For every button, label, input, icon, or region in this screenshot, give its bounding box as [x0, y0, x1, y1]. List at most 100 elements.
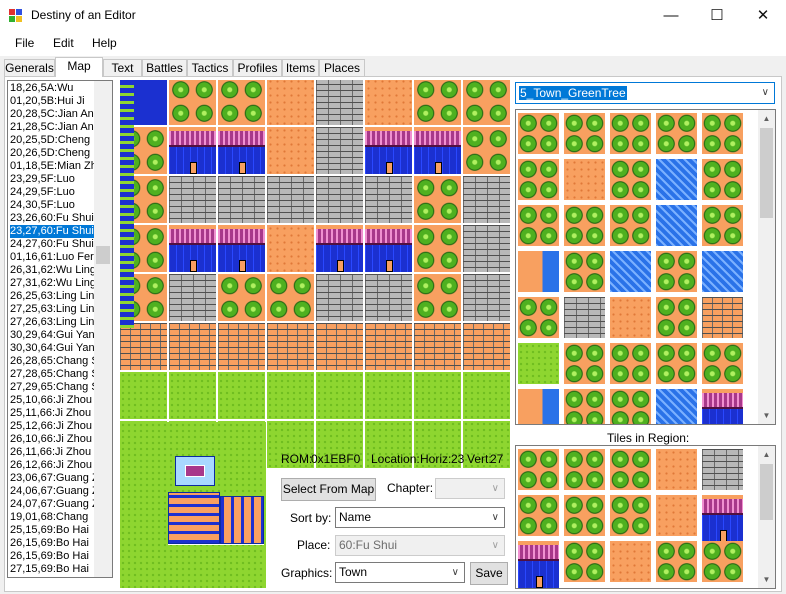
sort-by-dropdown[interactable]: Name ∨: [335, 507, 505, 528]
region-tile[interactable]: [564, 541, 605, 582]
tileset-tile[interactable]: [564, 389, 605, 424]
map-tile[interactable]: [218, 274, 265, 321]
region-tile[interactable]: [610, 495, 651, 536]
map-tile[interactable]: [463, 274, 510, 321]
location-list-item[interactable]: 24,29,5F:Luo: [10, 186, 94, 199]
tileset-tile[interactable]: [702, 205, 743, 246]
location-list-item[interactable]: 01,18,5E:Mian Zh: [10, 160, 94, 173]
map-tile[interactable]: [316, 176, 363, 223]
region-tile[interactable]: [564, 495, 605, 536]
map-tile[interactable]: [414, 176, 461, 223]
region-tiles-grid[interactable]: ▲ ▼: [515, 445, 776, 589]
map-tile[interactable]: [316, 323, 363, 370]
map-tile[interactable]: [218, 127, 265, 174]
tab-profiles[interactable]: Profiles: [233, 59, 282, 77]
location-list-item[interactable]: 27,25,63:Ling Lin: [10, 303, 94, 316]
tileset-tile[interactable]: [610, 343, 651, 384]
location-list-item[interactable]: 25,10,66:Ji Zhou: [10, 394, 94, 407]
tileset-tile[interactable]: [564, 251, 605, 292]
map-tile[interactable]: [316, 80, 363, 125]
location-list-item[interactable]: 20,28,5C:Jian An: [10, 108, 94, 121]
map-tile[interactable]: [414, 323, 461, 370]
location-list-item[interactable]: 24,27,60:Fu Shui: [10, 238, 94, 251]
tileset-tile[interactable]: [610, 159, 651, 200]
map-tile[interactable]: [169, 176, 216, 223]
map-tile[interactable]: [365, 274, 412, 321]
tileset-tile[interactable]: [656, 297, 697, 338]
map-tile[interactable]: [316, 372, 363, 419]
location-list[interactable]: 18,26,5A:Wu 01,20,5B:Hui Ji 20,28,5C:Jian …: [7, 80, 113, 578]
tileset-tile[interactable]: [518, 389, 559, 424]
tileset-tile[interactable]: [564, 113, 605, 154]
location-list-item[interactable]: 20,26,5D:Cheng: [10, 147, 94, 160]
map-tile[interactable]: [316, 225, 363, 272]
location-list-scrollbar[interactable]: [94, 81, 112, 577]
region-scroll-thumb[interactable]: [760, 464, 773, 520]
tileset-tile[interactable]: [564, 205, 605, 246]
location-list-item[interactable]: 26,15,69:Bo Hai: [10, 537, 94, 550]
tileset-tile[interactable]: [702, 159, 743, 200]
select-from-map-button[interactable]: Select From Map: [281, 478, 376, 501]
map-tile[interactable]: [414, 80, 461, 125]
tileset-tile[interactable]: [564, 343, 605, 384]
tileset-tile[interactable]: [702, 113, 743, 154]
tab-places[interactable]: Places: [319, 59, 365, 77]
map-tile[interactable]: [267, 80, 314, 125]
region-tile[interactable]: [518, 541, 559, 588]
tileset-tile[interactable]: [702, 297, 743, 338]
tileset-tile[interactable]: [518, 205, 559, 246]
region-tile[interactable]: [702, 541, 743, 582]
location-list-item[interactable]: 24,07,67:Guang Z: [10, 498, 94, 511]
map-tile[interactable]: [267, 127, 314, 174]
location-list-item[interactable]: 20,25,5D:Cheng: [10, 134, 94, 147]
tileset-tile[interactable]: [702, 389, 743, 424]
minimize-button[interactable]: —: [648, 0, 694, 31]
location-list-item[interactable]: 19,01,68:Chang: [10, 511, 94, 524]
location-list-item[interactable]: 27,15,69:Bo Hai: [10, 563, 94, 576]
tab-tactics[interactable]: Tactics: [187, 59, 233, 77]
map-tile[interactable]: [316, 127, 363, 174]
location-list-item[interactable]: 27,29,65:Chang S: [10, 381, 94, 394]
location-list-item[interactable]: 26,28,65:Chang S: [10, 355, 94, 368]
place-dropdown[interactable]: 60:Fu Shui ∨: [335, 535, 505, 556]
location-list-item[interactable]: 30,29,64:Gui Yan: [10, 329, 94, 342]
tileset-grid[interactable]: ▲ ▼: [515, 109, 776, 425]
tileset-scrollbar[interactable]: ▲ ▼: [758, 110, 775, 424]
chapter-dropdown[interactable]: ∨: [435, 478, 505, 499]
tileset-tile[interactable]: [610, 113, 651, 154]
map-tile[interactable]: [169, 372, 216, 419]
map-tile[interactable]: [218, 176, 265, 223]
map-tile[interactable]: [414, 274, 461, 321]
region-tile[interactable]: [564, 449, 605, 490]
map-tile[interactable]: [365, 225, 412, 272]
maximize-button[interactable]: ☐: [694, 0, 740, 31]
tileset-tile[interactable]: [610, 389, 651, 424]
tileset-tile[interactable]: [518, 113, 559, 154]
location-list-item[interactable]: 27,31,62:Wu Ling: [10, 277, 94, 290]
tileset-tile[interactable]: [518, 251, 559, 292]
location-list-item[interactable]: 01,20,5B:Hui Ji: [10, 95, 94, 108]
region-tile[interactable]: [518, 495, 559, 536]
tileset-tile[interactable]: [518, 297, 559, 338]
tileset-tile[interactable]: [564, 159, 605, 200]
map-tile[interactable]: [365, 127, 412, 174]
map-tile[interactable]: [365, 80, 412, 125]
tileset-tile[interactable]: [610, 205, 651, 246]
map-tile[interactable]: [218, 80, 265, 125]
location-list-item[interactable]: 25,11,66:Ji Zhou: [10, 407, 94, 420]
location-list-scroll-thumb[interactable]: [96, 246, 110, 264]
menu-file[interactable]: File: [15, 36, 34, 50]
map-tile[interactable]: [414, 127, 461, 174]
location-list-item[interactable]: 01,16,61:Luo Fer: [10, 251, 94, 264]
map-tile[interactable]: [218, 323, 265, 370]
location-list-item[interactable]: 30,30,64:Gui Yan: [10, 342, 94, 355]
graphics-dropdown[interactable]: Town ∨: [335, 562, 465, 583]
map-tile[interactable]: [218, 225, 265, 272]
region-tile[interactable]: [610, 449, 651, 490]
map-tile[interactable]: [218, 372, 265, 419]
region-tile[interactable]: [702, 449, 743, 490]
tab-map[interactable]: Map: [55, 57, 103, 77]
tileset-tile[interactable]: [656, 389, 697, 424]
location-list-item[interactable]: 23,26,60:Fu Shui: [10, 212, 94, 225]
map-tile[interactable]: [463, 372, 510, 419]
